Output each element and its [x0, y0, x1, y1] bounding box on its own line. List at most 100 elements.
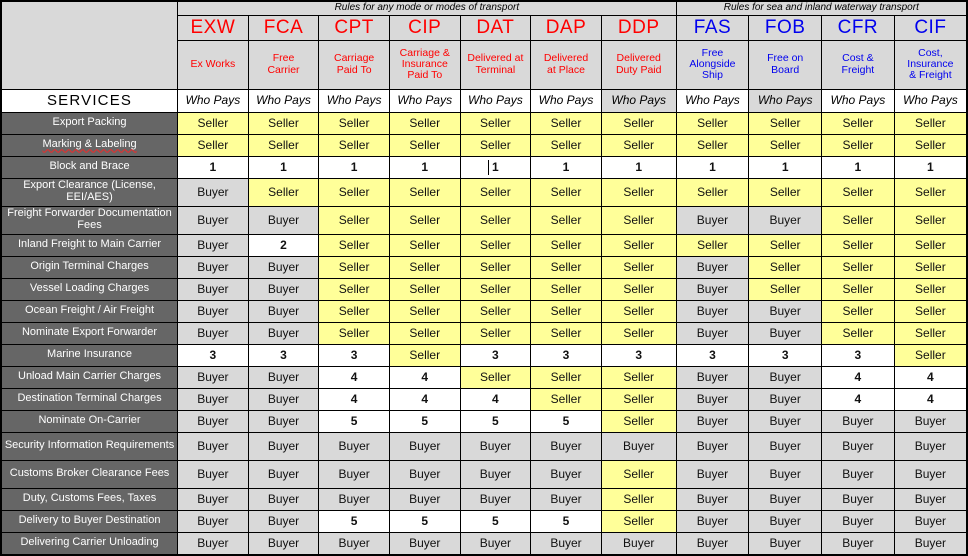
cell-fas[interactable]: 3: [675, 343, 750, 367]
cell-ddp[interactable]: Seller: [600, 365, 677, 389]
cell-dat[interactable]: 5: [459, 509, 532, 533]
cell-cpt[interactable]: 5: [318, 509, 390, 533]
cell-dat[interactable]: Seller: [459, 365, 532, 389]
cell-cfr[interactable]: Seller: [821, 177, 895, 207]
cell-exw[interactable]: Seller: [177, 133, 249, 157]
cell-cpt[interactable]: Seller: [318, 133, 390, 157]
cell-cfr[interactable]: Seller: [821, 205, 895, 235]
cell-cif[interactable]: Seller: [893, 133, 968, 157]
cell-fca[interactable]: 1: [247, 155, 320, 179]
cell-exw[interactable]: Buyer: [177, 459, 249, 489]
cell-ddp[interactable]: Buyer: [600, 531, 677, 555]
cell-exw[interactable]: Buyer: [177, 531, 249, 555]
cell-cif[interactable]: Seller: [893, 299, 968, 323]
cell-dap[interactable]: Seller: [530, 277, 602, 301]
cell-cif[interactable]: Seller: [893, 321, 968, 345]
cell-cpt[interactable]: 4: [318, 365, 390, 389]
cell-cpt[interactable]: Seller: [318, 177, 390, 207]
cell-dap[interactable]: Seller: [530, 255, 602, 279]
cell-cif[interactable]: Buyer: [893, 531, 968, 555]
cell-dat[interactable]: Seller: [459, 133, 532, 157]
cell-fca[interactable]: Buyer: [247, 409, 320, 433]
cell-cfr[interactable]: 4: [821, 387, 895, 411]
cell-cpt[interactable]: Buyer: [318, 431, 390, 461]
cell-dap[interactable]: Seller: [530, 321, 602, 345]
cell-ddp[interactable]: Seller: [600, 111, 677, 135]
cell-dap[interactable]: 1: [530, 155, 602, 179]
cell-dap[interactable]: 5: [530, 509, 602, 533]
cell-dap[interactable]: Seller: [530, 365, 602, 389]
cell-cpt[interactable]: 4: [318, 387, 390, 411]
cell-cip[interactable]: 5: [388, 509, 461, 533]
cell-cfr[interactable]: Seller: [821, 255, 895, 279]
cell-dap[interactable]: Seller: [530, 233, 602, 257]
cell-fca[interactable]: Seller: [247, 133, 320, 157]
cell-exw[interactable]: Buyer: [177, 255, 249, 279]
cell-cip[interactable]: Buyer: [388, 487, 461, 511]
cell-cif[interactable]: Seller: [893, 277, 968, 301]
cell-dat[interactable]: Seller: [459, 299, 532, 323]
cell-ddp[interactable]: Seller: [600, 205, 677, 235]
cell-fob[interactable]: 1: [748, 155, 823, 179]
cell-cpt[interactable]: 3: [318, 343, 390, 367]
cell-exw[interactable]: Buyer: [177, 431, 249, 461]
cell-ddp[interactable]: 3: [600, 343, 677, 367]
cell-fca[interactable]: Buyer: [247, 277, 320, 301]
cell-dat[interactable]: Seller: [459, 277, 532, 301]
cell-cpt[interactable]: Buyer: [318, 487, 390, 511]
cell-cip[interactable]: 1: [388, 155, 461, 179]
cell-cip[interactable]: 4: [388, 365, 461, 389]
cell-fob[interactable]: Seller: [748, 277, 823, 301]
cell-fca[interactable]: Buyer: [247, 255, 320, 279]
cell-cfr[interactable]: 1: [821, 155, 895, 179]
cell-ddp[interactable]: Seller: [600, 409, 677, 433]
cell-exw[interactable]: 1: [177, 155, 249, 179]
cell-cfr[interactable]: Seller: [821, 111, 895, 135]
cell-fas[interactable]: Buyer: [675, 205, 750, 235]
cell-cif[interactable]: 4: [893, 365, 968, 389]
cell-dap[interactable]: Seller: [530, 177, 602, 207]
cell-cip[interactable]: Seller: [388, 177, 461, 207]
cell-cip[interactable]: Buyer: [388, 459, 461, 489]
cell-fas[interactable]: Buyer: [675, 321, 750, 345]
cell-dat[interactable]: Seller: [459, 321, 532, 345]
cell-dap[interactable]: Buyer: [530, 459, 602, 489]
cell-fob[interactable]: Buyer: [748, 459, 823, 489]
cell-dap[interactable]: Buyer: [530, 531, 602, 555]
cell-cpt[interactable]: Seller: [318, 255, 390, 279]
cell-fob[interactable]: Buyer: [748, 365, 823, 389]
cell-cip[interactable]: Seller: [388, 321, 461, 345]
cell-dat[interactable]: 1: [459, 155, 532, 179]
cell-dap[interactable]: Buyer: [530, 487, 602, 511]
cell-cpt[interactable]: Seller: [318, 321, 390, 345]
cell-cip[interactable]: Seller: [388, 111, 461, 135]
cell-cif[interactable]: Buyer: [893, 459, 968, 489]
cell-exw[interactable]: Buyer: [177, 409, 249, 433]
cell-fob[interactable]: Buyer: [748, 409, 823, 433]
cell-fob[interactable]: Seller: [748, 233, 823, 257]
cell-fca[interactable]: 2: [247, 233, 320, 257]
cell-fca[interactable]: Buyer: [247, 365, 320, 389]
cell-cip[interactable]: Seller: [388, 205, 461, 235]
cell-dat[interactable]: Buyer: [459, 487, 532, 511]
cell-dat[interactable]: 3: [459, 343, 532, 367]
cell-ddp[interactable]: Seller: [600, 255, 677, 279]
cell-dat[interactable]: Seller: [459, 233, 532, 257]
cell-exw[interactable]: Buyer: [177, 387, 249, 411]
cell-fca[interactable]: Buyer: [247, 509, 320, 533]
cell-fob[interactable]: Buyer: [748, 321, 823, 345]
cell-dat[interactable]: Seller: [459, 111, 532, 135]
cell-exw[interactable]: Buyer: [177, 277, 249, 301]
cell-ddp[interactable]: Seller: [600, 299, 677, 323]
cell-exw[interactable]: Buyer: [177, 321, 249, 345]
cell-cpt[interactable]: Buyer: [318, 531, 390, 555]
cell-ddp[interactable]: Seller: [600, 133, 677, 157]
cell-fob[interactable]: Buyer: [748, 205, 823, 235]
cell-cpt[interactable]: Seller: [318, 299, 390, 323]
cell-dap[interactable]: Seller: [530, 387, 602, 411]
cell-dap[interactable]: 3: [530, 343, 602, 367]
cell-fas[interactable]: Seller: [675, 233, 750, 257]
cell-cpt[interactable]: Seller: [318, 277, 390, 301]
cell-fob[interactable]: Seller: [748, 111, 823, 135]
cell-cif[interactable]: Seller: [893, 343, 968, 367]
